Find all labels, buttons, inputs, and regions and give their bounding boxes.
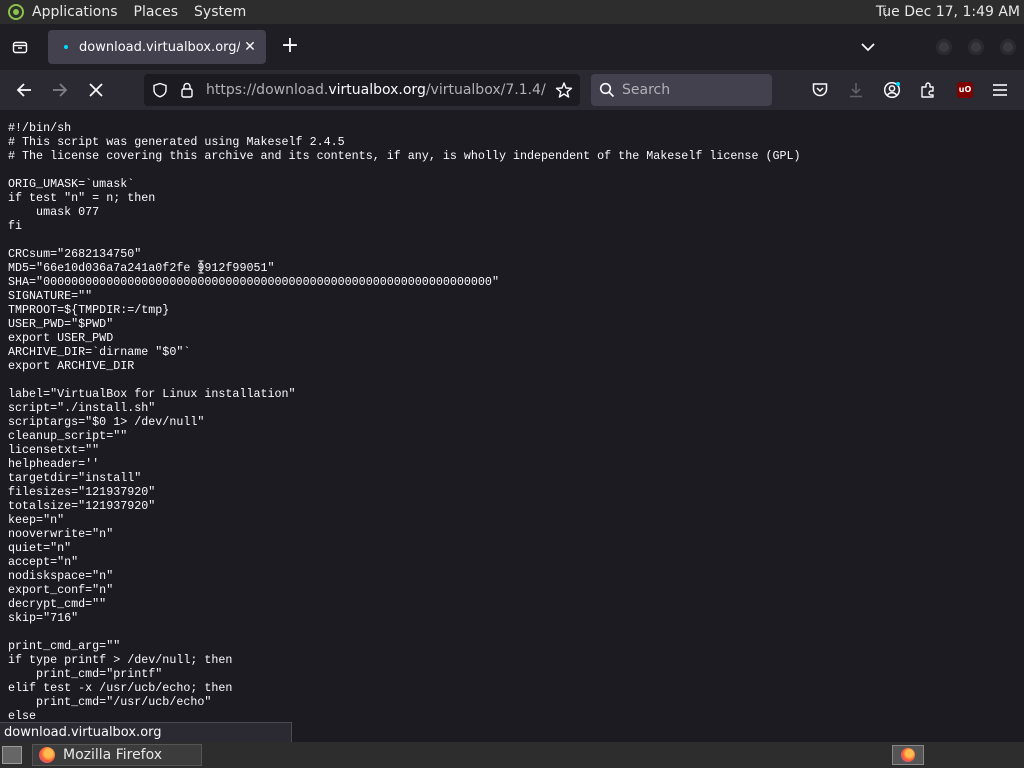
- code-line: keep="n": [8, 513, 65, 527]
- code-line: export USER_PWD: [8, 331, 114, 345]
- tab-overflow-button[interactable]: [856, 37, 880, 57]
- url-text[interactable]: https://download.virtualbox.org/virtualb…: [206, 74, 546, 106]
- url-domain: virtualbox.org: [328, 82, 426, 98]
- shield-icon[interactable]: [152, 82, 168, 98]
- tab-title: download.virtualbox.org/vir: [79, 39, 240, 55]
- code-line: print_cmd="printf": [8, 667, 163, 681]
- code-line: quiet="n": [8, 541, 72, 555]
- maximize-button[interactable]: [968, 39, 984, 55]
- code-line: skip="716": [8, 611, 79, 625]
- bottom-taskbar: Mozilla Firefox: [0, 742, 1024, 768]
- code-line: USER_PWD="$PWD": [8, 317, 114, 331]
- code-line: accept="n": [8, 555, 79, 569]
- pocket-icon: [812, 83, 828, 97]
- taskbar-window-firefox[interactable]: Mozilla Firefox: [32, 744, 202, 766]
- search-placeholder: Search: [622, 82, 671, 98]
- search-icon: [599, 82, 615, 98]
- account-icon: [883, 81, 901, 99]
- download-arrow-icon: [850, 83, 862, 98]
- url-path: /virtualbox/7.1.4/VirtualBox-7.1.4-16510…: [425, 82, 546, 98]
- url-prefix: https://download.: [206, 82, 329, 98]
- show-desktop-button[interactable]: [2, 746, 22, 764]
- code-line: cleanup_script="": [8, 429, 128, 443]
- code-line: nodiskspace="n": [8, 569, 114, 583]
- chevron-down-icon: [861, 43, 875, 52]
- firefox-icon: [39, 747, 55, 763]
- hamburger-menu-icon: [993, 84, 1007, 96]
- code-line: TMPROOT=${TMPDIR:=/tmp}: [8, 303, 170, 317]
- ublock-origin-icon[interactable]: uO: [957, 82, 973, 98]
- workspace-switcher[interactable]: [892, 745, 924, 765]
- close-tab-icon[interactable]: ✕: [240, 39, 260, 55]
- script-source-text: #!/bin/sh # This script was generated us…: [0, 110, 1024, 723]
- firefox-icon: [901, 748, 915, 762]
- navigation-bar: https://download.virtualbox.org/virtualb…: [0, 70, 1024, 110]
- code-line: filesizes="121937920": [8, 485, 156, 499]
- account-button[interactable]: [878, 76, 906, 104]
- top-panel: Applications Places System Tue Dec 17, 1…: [0, 0, 1024, 24]
- lock-icon[interactable]: [180, 82, 194, 98]
- text-cursor-icon: [198, 260, 204, 274]
- puzzle-piece-icon: [921, 82, 934, 98]
- code-line: CRCsum="2682134750": [8, 247, 142, 261]
- code-line: licensetxt="": [8, 443, 100, 457]
- code-line: export ARCHIVE_DIR: [8, 359, 135, 373]
- stop-x-icon: [89, 83, 103, 97]
- downloads-button[interactable]: [842, 76, 870, 104]
- distro-logo-icon[interactable]: [8, 4, 24, 20]
- code-line: if type printf > /dev/null; then: [8, 653, 233, 667]
- arrow-right-icon: [53, 83, 68, 97]
- code-line: targetdir="install": [8, 471, 142, 485]
- arrow-left-icon: [16, 83, 31, 97]
- back-button[interactable]: [10, 76, 38, 104]
- tab-list-icon: [12, 41, 28, 54]
- code-line: print_cmd_arg="": [8, 639, 121, 653]
- code-line: scriptargs="$0 1> /dev/null": [8, 415, 205, 429]
- code-line: totalsize="121937920": [8, 499, 156, 513]
- taskbar-window-title: Mozilla Firefox: [63, 747, 163, 763]
- search-bar[interactable]: Search: [591, 74, 772, 106]
- menu-system[interactable]: System: [186, 0, 254, 24]
- bookmark-star-icon[interactable]: [555, 81, 573, 99]
- link-status-overlay: download.virtualbox.org: [0, 722, 292, 742]
- code-line: # This script was generated using Makese…: [8, 135, 345, 149]
- code-line: nooverwrite="n": [8, 527, 114, 541]
- tab-active[interactable]: download.virtualbox.org/vir ✕: [48, 30, 266, 64]
- code-line: elif test -x /usr/ucb/echo; then: [8, 681, 233, 695]
- new-tab-button[interactable]: +: [278, 35, 302, 59]
- pocket-button[interactable]: [806, 76, 834, 104]
- app-menu-button[interactable]: [986, 76, 1014, 104]
- code-line: #!/bin/sh: [8, 121, 72, 135]
- page-content[interactable]: #!/bin/sh # This script was generated us…: [0, 110, 1024, 742]
- close-window-button[interactable]: [1000, 39, 1016, 55]
- code-line: print_cmd="/usr/ucb/echo": [8, 695, 212, 709]
- code-line: else: [8, 709, 37, 723]
- extensions-button[interactable]: [914, 76, 942, 104]
- code-line: SHA="00000000000000000000000000000000000…: [8, 275, 499, 289]
- code-line: umask 077: [8, 205, 100, 219]
- code-line: fi: [8, 219, 23, 233]
- minimize-button[interactable]: [936, 39, 952, 55]
- code-line: ORIG_UMASK=`umask`: [8, 177, 135, 191]
- stop-button[interactable]: [82, 76, 110, 104]
- code-line: MD5="66e10d036a7a241a0f2fe 9912f99051": [8, 261, 275, 275]
- code-line: # The license covering this archive and …: [8, 149, 801, 163]
- menu-applications[interactable]: Applications: [24, 0, 126, 24]
- address-bar[interactable]: https://download.virtualbox.org/virtualb…: [144, 74, 580, 106]
- clock[interactable]: Tue Dec 17, 1:49 AM: [876, 0, 1020, 24]
- code-line: SIGNATURE="": [8, 289, 93, 303]
- code-line: export_conf="n": [8, 583, 114, 597]
- loading-indicator-icon: [64, 45, 68, 49]
- forward-button[interactable]: [46, 76, 74, 104]
- tab-bar: download.virtualbox.org/vir ✕ +: [0, 24, 1024, 70]
- code-line: script="./install.sh": [8, 401, 156, 415]
- code-line: if test "n" = n; then: [8, 191, 156, 205]
- code-line: helpheader='': [8, 457, 100, 471]
- menu-places[interactable]: Places: [126, 0, 187, 24]
- code-line: ARCHIVE_DIR=`dirname "$0"`: [8, 345, 191, 359]
- list-all-tabs-button[interactable]: [8, 32, 32, 62]
- code-line: label="VirtualBox for Linux installation…: [8, 387, 296, 401]
- code-line: decrypt_cmd="": [8, 597, 107, 611]
